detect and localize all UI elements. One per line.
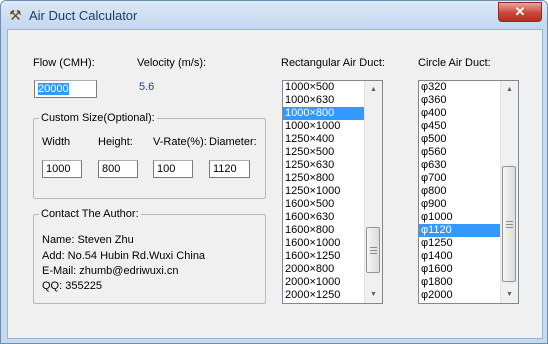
close-button[interactable]: ✕ xyxy=(498,2,542,22)
list-item[interactable]: φ900 xyxy=(419,198,501,211)
list-item[interactable]: 1600×1000 xyxy=(283,237,365,250)
list-item[interactable]: 2000×1000 xyxy=(283,276,365,289)
scroll-thumb[interactable] xyxy=(502,166,516,282)
list-item[interactable]: φ800 xyxy=(419,185,501,198)
flow-value: 20000 xyxy=(38,83,69,95)
circle-scrollbar[interactable]: ▲ ▼ xyxy=(500,81,518,303)
scroll-down-icon[interactable]: ▼ xyxy=(501,286,518,303)
contact-address: Add: No.54 Hubin Rd.Wuxi China xyxy=(42,250,206,262)
list-item[interactable]: 1250×500 xyxy=(283,146,365,159)
rect-duct-list[interactable]: 1000×500 1000×630 1000×800 1000×1000 1250×40… xyxy=(282,80,383,304)
list-item[interactable]: φ1400 xyxy=(419,250,501,263)
scroll-up-icon[interactable]: ▲ xyxy=(501,81,518,98)
list-item[interactable]: φ1600 xyxy=(419,263,501,276)
height-input[interactable]: 800 xyxy=(98,160,138,178)
velocity-label: Velocity (m/s): xyxy=(137,57,207,69)
list-item[interactable]: φ400 xyxy=(419,107,501,120)
grip-line xyxy=(506,221,513,223)
list-item[interactable]: 1000×800 xyxy=(283,107,365,120)
list-item[interactable]: 1600×500 xyxy=(283,198,365,211)
diameter-input[interactable]: 1120 xyxy=(209,160,250,178)
list-item[interactable]: φ1250 xyxy=(419,237,501,250)
app-window: ⚒ Air Duct Calculator ✕ Flow (CMH): 2000… xyxy=(0,0,548,344)
list-item[interactable]: φ320 xyxy=(419,81,501,94)
list-item[interactable]: φ1120 xyxy=(419,224,501,237)
rect-scrollbar[interactable]: ▲ ▼ xyxy=(364,81,382,303)
list-item[interactable]: φ450 xyxy=(419,120,501,133)
vrate-input[interactable]: 100 xyxy=(153,160,193,178)
custom-size-title: Custom Size(Optional): xyxy=(39,112,157,124)
diameter-label: Diameter: xyxy=(209,136,257,148)
window-title: Air Duct Calculator xyxy=(29,8,138,23)
list-item[interactable]: 1250×630 xyxy=(283,159,365,172)
list-item[interactable]: φ2000 xyxy=(419,289,501,302)
flow-label: Flow (CMH): xyxy=(33,57,95,69)
circle-duct-items: φ320 φ360 φ400 φ450 φ500 φ560 φ630 φ700 φ800 φ900… xyxy=(419,81,501,302)
custom-size-group: Custom Size(Optional): xyxy=(33,112,266,199)
contact-title: Contact The Author: xyxy=(39,208,141,220)
grip-line xyxy=(370,250,377,252)
rect-duct-label: Rectangular Air Duct: xyxy=(281,57,385,69)
grip-line xyxy=(370,253,377,255)
list-item[interactable]: 1000×1000 xyxy=(283,120,365,133)
grip-line xyxy=(506,227,513,229)
height-label: Height: xyxy=(98,136,133,148)
list-item[interactable]: 1250×1000 xyxy=(283,185,365,198)
list-item[interactable]: φ1000 xyxy=(419,211,501,224)
list-item[interactable]: φ700 xyxy=(419,172,501,185)
list-item[interactable]: φ1800 xyxy=(419,276,501,289)
grip-line xyxy=(506,224,513,226)
contact-name: Name: Steven Zhu xyxy=(42,234,134,246)
width-label: Width xyxy=(42,136,71,148)
list-item[interactable]: φ630 xyxy=(419,159,501,172)
list-item[interactable]: 2000×1250 xyxy=(283,289,365,302)
scroll-down-icon[interactable]: ▼ xyxy=(365,286,382,303)
circle-duct-label: Circle Air Duct: xyxy=(418,57,491,69)
scroll-up-icon[interactable]: ▲ xyxy=(365,81,382,98)
grip-line xyxy=(370,247,377,249)
list-item[interactable]: φ360 xyxy=(419,94,501,107)
list-item[interactable]: 1600×1250 xyxy=(283,250,365,263)
tools-icon: ⚒ xyxy=(9,7,22,23)
client-area: Flow (CMH): 20000 Velocity (m/s): 5.6 Cu… xyxy=(7,29,543,339)
list-item[interactable]: 2000×800 xyxy=(283,263,365,276)
list-item[interactable]: 1600×630 xyxy=(283,211,365,224)
list-item[interactable]: φ560 xyxy=(419,146,501,159)
width-input[interactable]: 1000 xyxy=(42,160,82,178)
scroll-thumb[interactable] xyxy=(366,227,380,273)
list-item[interactable]: 1600×800 xyxy=(283,224,365,237)
rect-duct-items: 1000×500 1000×630 1000×800 1000×1000 1250×40… xyxy=(283,81,365,302)
flow-input[interactable]: 20000 xyxy=(34,80,97,98)
list-item[interactable]: 1000×630 xyxy=(283,94,365,107)
velocity-value: 5.6 xyxy=(139,81,155,93)
contact-email: E-Mail: zhumb@edriwuxi.cn xyxy=(42,265,179,277)
title-bar[interactable]: ⚒ Air Duct Calculator ✕ xyxy=(1,1,547,29)
contact-qq: QQ: 355225 xyxy=(42,280,102,292)
circle-duct-list[interactable]: φ320 φ360 φ400 φ450 φ500 φ560 φ630 φ700 φ800 φ900… xyxy=(418,80,519,304)
list-item[interactable]: 1000×500 xyxy=(283,81,365,94)
list-item[interactable]: 1250×400 xyxy=(283,133,365,146)
vrate-label: V-Rate(%): xyxy=(153,136,207,148)
list-item[interactable]: φ500 xyxy=(419,133,501,146)
list-item[interactable]: 1250×800 xyxy=(283,172,365,185)
